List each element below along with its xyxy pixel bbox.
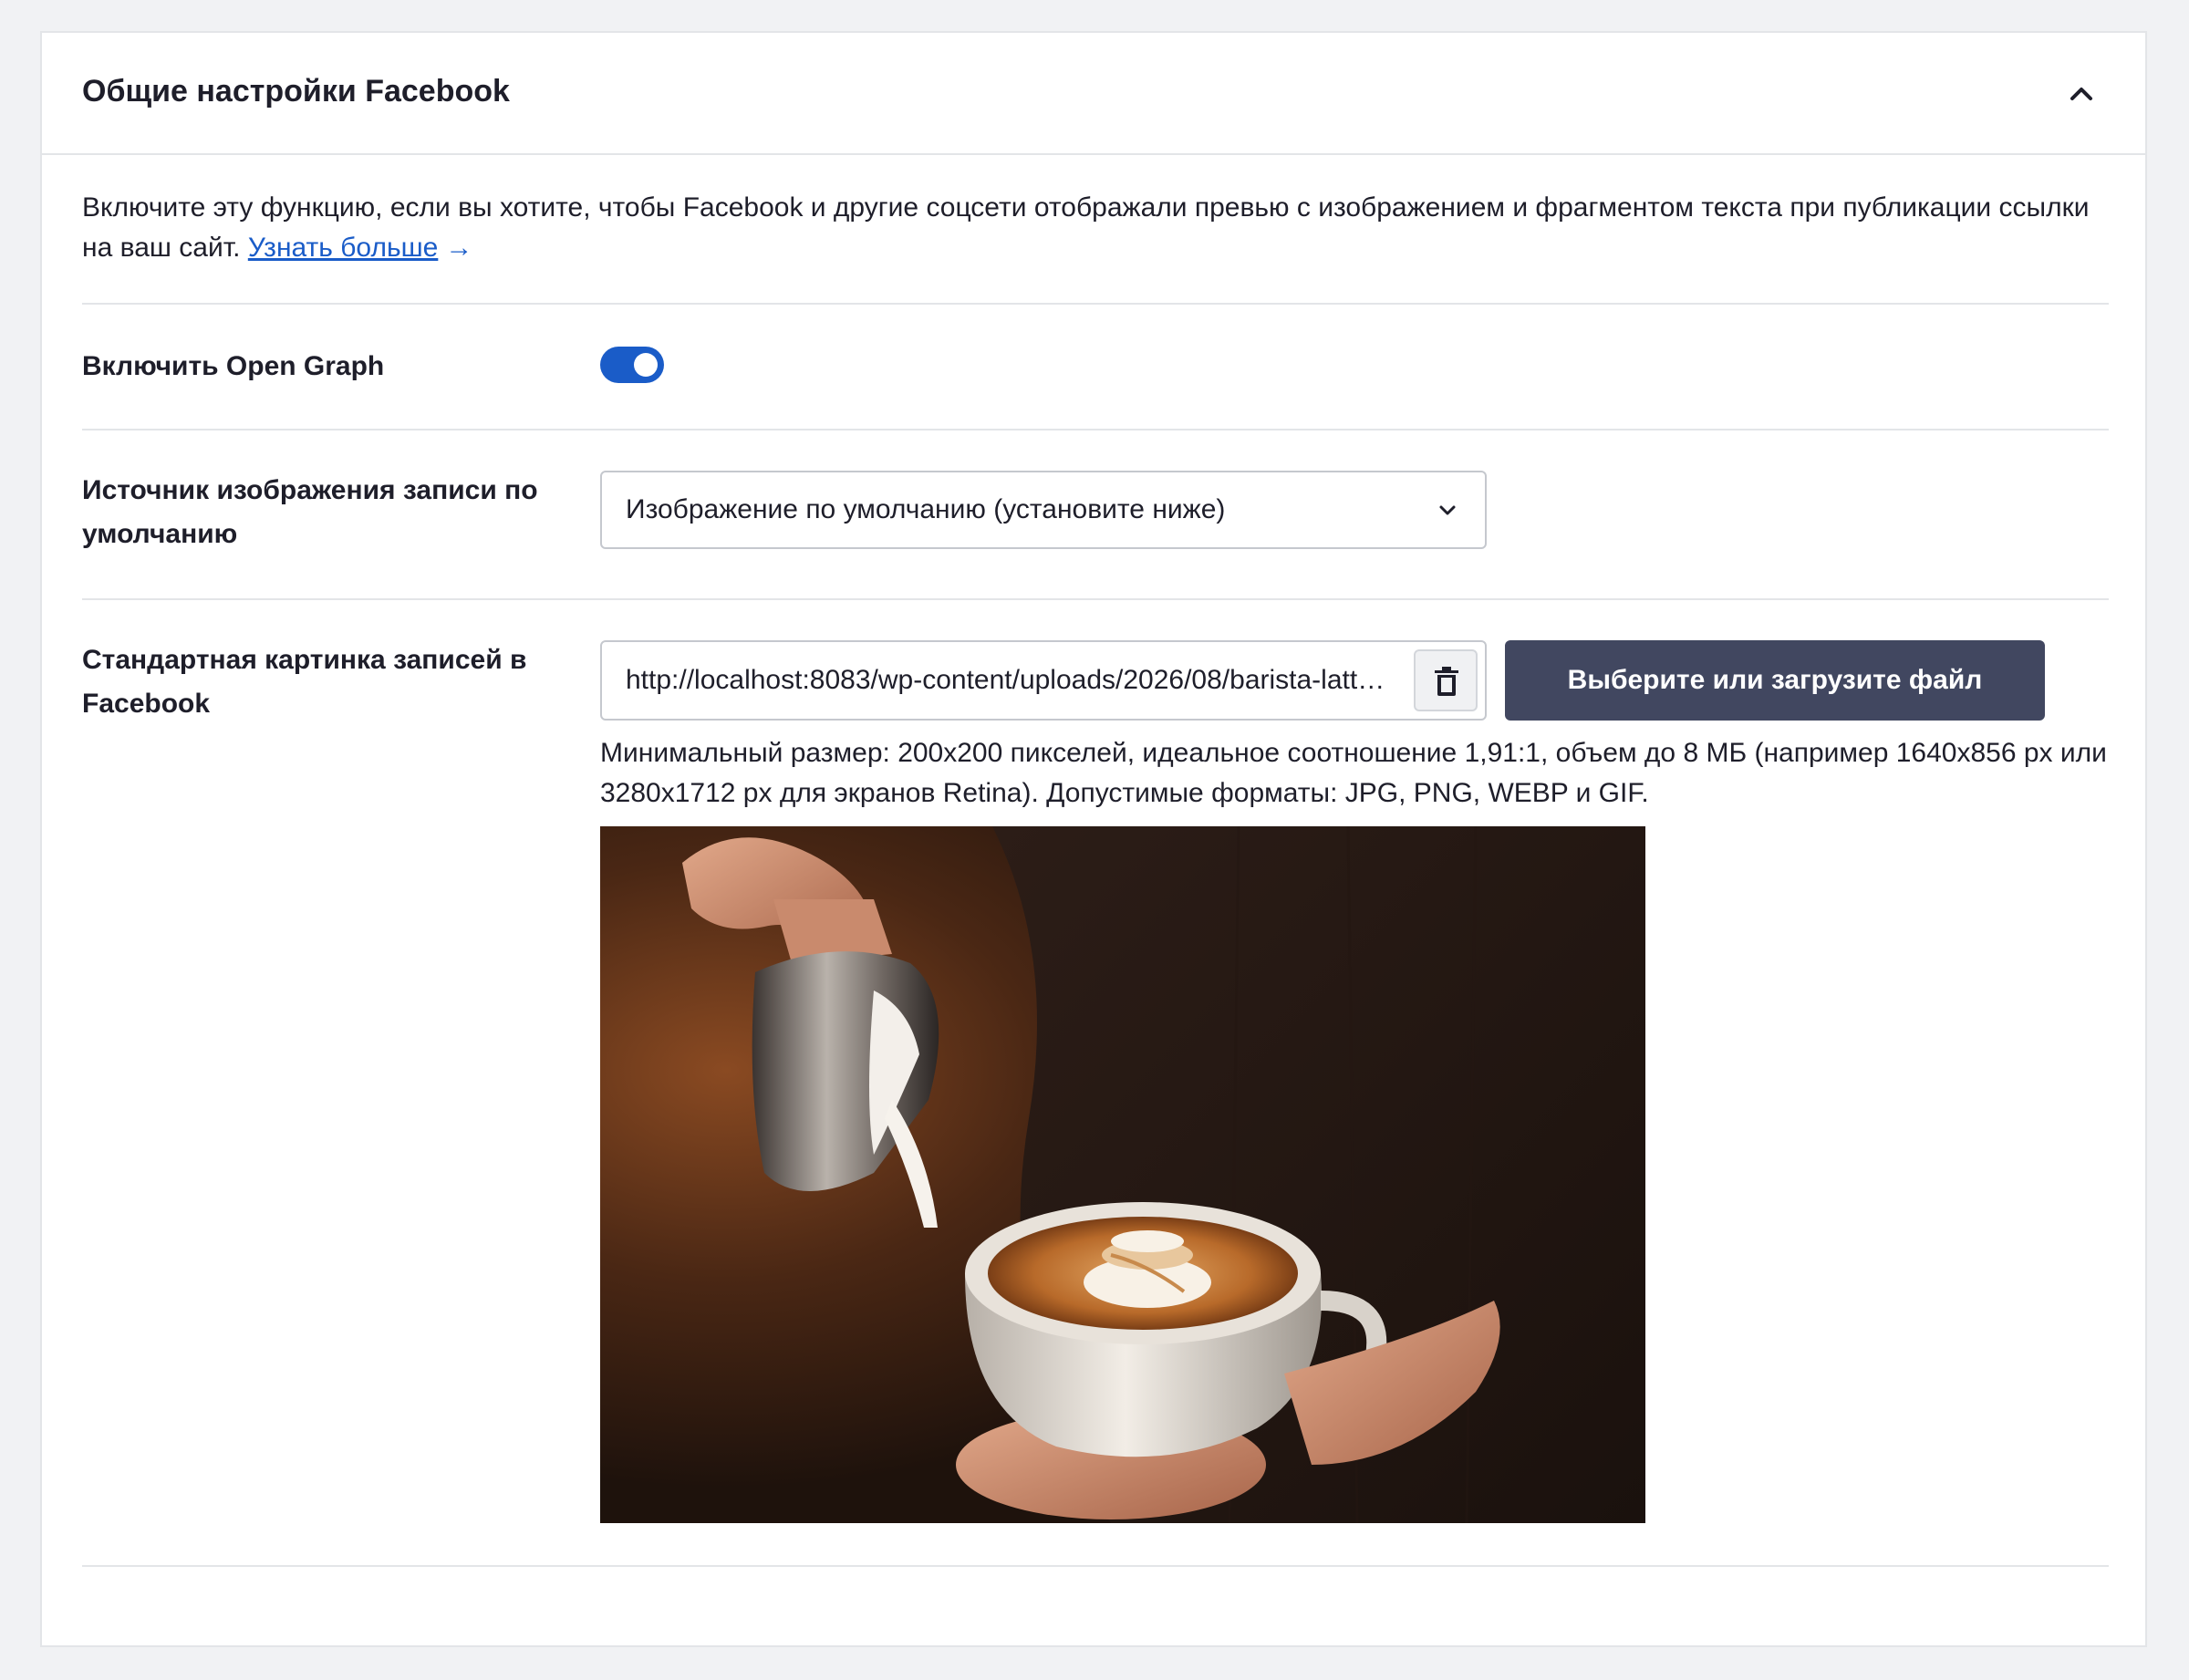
image-source-label: Источник изображения записи по умолчанию — [82, 475, 538, 549]
divider — [82, 1565, 2109, 1567]
open-graph-toggle[interactable] — [600, 347, 664, 383]
divider — [82, 429, 2109, 430]
divider — [82, 303, 2109, 305]
image-preview — [600, 826, 1645, 1523]
image-size-help: Минимальный размер: 200x200 пикселей, ид… — [600, 738, 2107, 808]
default-image-label: Стандартная картинка записей в Facebook — [82, 645, 527, 719]
panel-title: Общие настройки Facebook — [82, 74, 510, 109]
image-url-value[interactable]: http://localhost:8083/wp-content/uploads… — [626, 642, 1392, 719]
panel-header: Общие настройки Facebook — [42, 33, 2145, 155]
select-upload-file-button[interactable]: Выберите или загрузите файл — [1505, 640, 2045, 721]
trash-icon — [1435, 667, 1458, 696]
image-source-select[interactable]: Изображение по умолчанию (установите ниж… — [600, 471, 1487, 549]
collapse-button[interactable] — [2058, 69, 2105, 117]
divider — [82, 598, 2109, 600]
learn-more-arrow: → — [445, 233, 473, 263]
chevron-down-icon — [1436, 498, 1459, 522]
image-source-selected: Изображение по умолчанию (установите ниж… — [626, 494, 1226, 524]
image-url-field[interactable]: http://localhost:8083/wp-content/uploads… — [600, 640, 1487, 721]
intro-description: Включите эту функцию, если вы хотите, чт… — [82, 188, 2107, 268]
latte-art-photo — [600, 826, 1645, 1523]
learn-more-link[interactable]: Узнать больше — [248, 233, 439, 263]
toggle-knob — [634, 353, 658, 377]
remove-image-button[interactable] — [1414, 649, 1478, 711]
chevron-up-icon — [2070, 88, 2092, 100]
open-graph-label: Включить Open Graph — [82, 351, 385, 381]
facebook-settings-panel: Общие настройки Facebook Включите эту фу… — [40, 31, 2147, 1647]
